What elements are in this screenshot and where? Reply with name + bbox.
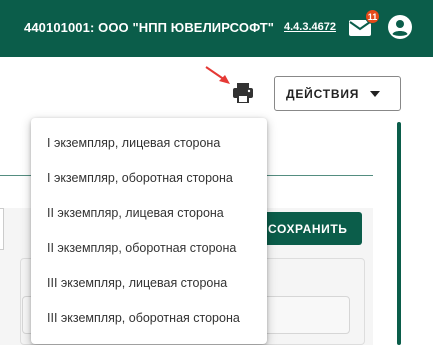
menu-item-copy2-back[interactable]: II экземпляр, оборотная сторона [31, 231, 267, 266]
menu-item-copy3-front[interactable]: III экземпляр, лицевая сторона [31, 266, 267, 301]
menu-item-copy1-back[interactable]: I экземпляр, оборотная сторона [31, 161, 267, 196]
top-app-bar: 440101001: ООО "НПП ЮВЕЛИРСОФТ" 4.4.3.46… [0, 0, 433, 57]
print-options-menu: I экземпляр, лицевая сторона I экземпляр… [31, 118, 267, 344]
vertical-scrollbar[interactable] [397, 122, 401, 345]
mail-badge: 11 [365, 9, 380, 24]
organization-title: 440101001: ООО "НПП ЮВЕЛИРСОФТ" [24, 20, 275, 35]
menu-item-label: II экземпляр, лицевая сторона [47, 206, 224, 220]
menu-item-label: II экземпляр, оборотная сторона [47, 241, 237, 255]
menu-item-label: III экземпляр, лицевая сторона [47, 276, 228, 290]
actions-dropdown-button[interactable]: ДЕЙСТВИЯ [274, 76, 401, 111]
save-button-label: СОХРАНИТЬ [268, 222, 348, 236]
menu-item-copy2-front[interactable]: II экземпляр, лицевая сторона [31, 196, 267, 231]
menu-item-label: I экземпляр, оборотная сторона [47, 171, 233, 185]
menu-item-copy3-back[interactable]: III экземпляр, оборотная сторона [31, 301, 267, 336]
menu-item-label: I экземпляр, лицевая сторона [47, 136, 221, 150]
side-card-edge [0, 208, 4, 250]
menu-item-copy1-front[interactable]: I экземпляр, лицевая сторона [31, 126, 267, 161]
account-circle-icon[interactable] [388, 15, 412, 39]
menu-item-label: III экземпляр, оборотная сторона [47, 311, 240, 325]
save-button[interactable]: СОХРАНИТЬ [260, 212, 362, 245]
printer-icon[interactable] [231, 81, 255, 105]
version-link[interactable]: 4.4.3.4672 [284, 21, 336, 33]
actions-label: ДЕЙСТВИЯ [286, 87, 360, 101]
caret-down-icon [370, 91, 380, 97]
